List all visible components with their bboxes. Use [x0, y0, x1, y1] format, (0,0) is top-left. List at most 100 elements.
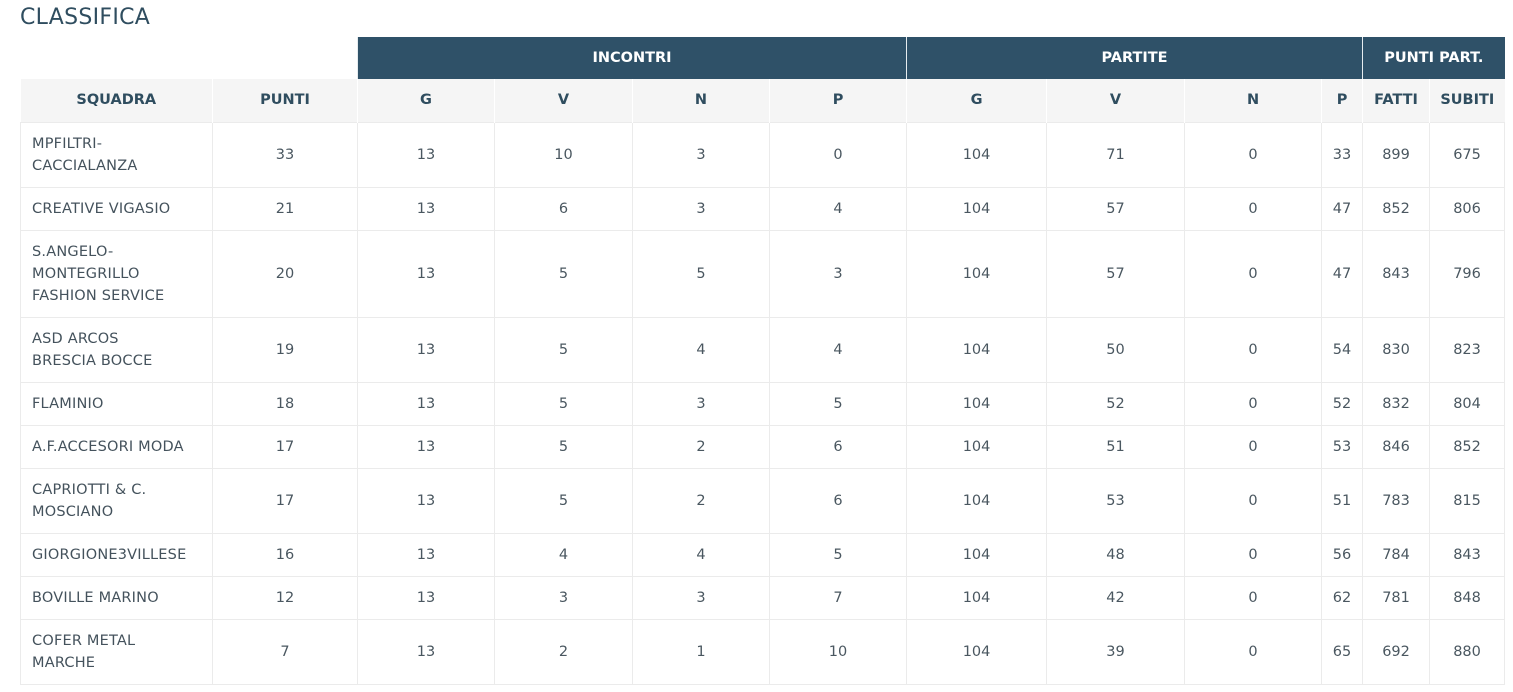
- cell-fatti: 832: [1362, 381, 1431, 426]
- group-header-partite: PARTITE: [906, 37, 1363, 79]
- cell-team: CAPRIOTTI & C. MOSCIANO: [20, 467, 213, 534]
- cell-punti: 12: [212, 575, 358, 620]
- cell-fatti: 830: [1362, 316, 1431, 383]
- cell-fatti: 783: [1362, 467, 1431, 534]
- cell-subiti: 848: [1429, 575, 1506, 620]
- cell-incontri-n: 4: [632, 532, 770, 577]
- team-name-line: BOVILLE MARINO: [32, 589, 159, 606]
- cell-partite-n: 0: [1184, 121, 1323, 188]
- cell-partite-v: 48: [1046, 532, 1186, 577]
- cell-partite-p: 47: [1321, 229, 1364, 318]
- team-name-line: GIORGIONE3VILLESE: [32, 546, 187, 563]
- standings-body: MPFILTRI- CACCIALANZA 33 13 10 3 0 104 71 0 33 899 6…: [20, 121, 1506, 685]
- cell-incontri-p: 5: [768, 532, 908, 577]
- cell-partite-n: 0: [1184, 186, 1323, 231]
- cell-fatti: 781: [1362, 575, 1431, 620]
- cell-team: MPFILTRI- CACCIALANZA: [20, 121, 213, 188]
- cell-partite-p: 52: [1321, 381, 1364, 426]
- cell-incontri-g: 13: [357, 381, 495, 426]
- cell-team: ASD ARCOS BRESCIA BOCCE: [20, 316, 213, 383]
- cell-incontri-v: 4: [494, 532, 633, 577]
- cell-punti: 16: [212, 532, 358, 577]
- team-name-line: MPFILTRI-: [32, 135, 103, 152]
- cell-fatti: 784: [1362, 532, 1431, 577]
- cell-punti: 18: [212, 381, 358, 426]
- cell-partite-p: 51: [1321, 467, 1364, 534]
- cell-partite-g: 104: [906, 229, 1048, 318]
- cell-partite-n: 0: [1184, 229, 1323, 318]
- cell-partite-g: 104: [906, 121, 1048, 188]
- cell-incontri-n: 3: [632, 575, 770, 620]
- cell-partite-g: 104: [906, 186, 1048, 231]
- team-name-line: BRESCIA BOCCE: [32, 352, 153, 369]
- cell-incontri-g: 13: [357, 316, 495, 383]
- cell-partite-g: 104: [906, 424, 1048, 469]
- team-name-line: FLAMINIO: [32, 395, 104, 412]
- cell-partite-n: 0: [1184, 618, 1323, 685]
- cell-partite-g: 104: [906, 575, 1048, 620]
- cell-team: CREATIVE VIGASIO: [20, 186, 213, 231]
- table-row: MPFILTRI- CACCIALANZA 33 13 10 3 0 104 71 0 33 899 6…: [20, 121, 1506, 188]
- table-row: CREATIVE VIGASIO 21 13 6 3 4 104 57 0 47 852 806: [20, 186, 1506, 231]
- cell-partite-p: 56: [1321, 532, 1364, 577]
- column-header-fatti: FATTI: [1362, 79, 1430, 122]
- cell-subiti: 843: [1429, 532, 1506, 577]
- cell-incontri-v: 5: [494, 467, 633, 534]
- cell-incontri-p: 0: [768, 121, 908, 188]
- cell-partite-p: 65: [1321, 618, 1364, 685]
- cell-incontri-v: 5: [494, 316, 633, 383]
- cell-partite-g: 104: [906, 316, 1048, 383]
- cell-punti: 33: [212, 121, 358, 188]
- cell-incontri-v: 3: [494, 575, 633, 620]
- cell-partite-v: 57: [1046, 186, 1186, 231]
- cell-punti: 21: [212, 186, 358, 231]
- cell-partite-g: 104: [906, 618, 1048, 685]
- table-row: COFER METAL MARCHE 7 13 2 1 10 104 39 0 65 692 880: [20, 618, 1506, 685]
- cell-punti: 17: [212, 467, 358, 534]
- cell-partite-n: 0: [1184, 575, 1323, 620]
- column-header-incontri-g: G: [357, 79, 495, 122]
- cell-team: BOVILLE MARINO: [20, 575, 213, 620]
- cell-partite-v: 53: [1046, 467, 1186, 534]
- table-row: GIORGIONE3VILLESE 16 13 4 4 5 104 48 0 56 784 843: [20, 532, 1506, 577]
- column-header-incontri-v: V: [494, 79, 633, 122]
- cell-punti: 7: [212, 618, 358, 685]
- cell-incontri-g: 13: [357, 229, 495, 318]
- column-header-partite-v: V: [1046, 79, 1185, 122]
- team-name-line: MARCHE: [32, 654, 96, 671]
- cell-subiti: 815: [1429, 467, 1506, 534]
- cell-incontri-n: 3: [632, 381, 770, 426]
- cell-incontri-p: 7: [768, 575, 908, 620]
- column-header-partite-g: G: [906, 79, 1047, 122]
- cell-subiti: 806: [1429, 186, 1506, 231]
- cell-fatti: 692: [1362, 618, 1431, 685]
- cell-incontri-p: 3: [768, 229, 908, 318]
- cell-punti: 20: [212, 229, 358, 318]
- cell-incontri-n: 2: [632, 424, 770, 469]
- cell-incontri-g: 13: [357, 532, 495, 577]
- cell-team: COFER METAL MARCHE: [20, 618, 213, 685]
- cell-partite-n: 0: [1184, 316, 1323, 383]
- team-name-line: A.F.ACCESORI MODA: [32, 438, 184, 455]
- cell-partite-p: 47: [1321, 186, 1364, 231]
- cell-incontri-g: 13: [357, 424, 495, 469]
- cell-incontri-v: 6: [494, 186, 633, 231]
- cell-incontri-p: 6: [768, 467, 908, 534]
- standings-table: INCONTRI PARTITE PUNTI PART. SQUADRA PUN…: [20, 37, 1506, 685]
- column-header-partite-p: P: [1321, 79, 1363, 122]
- cell-partite-v: 39: [1046, 618, 1186, 685]
- table-row: A.F.ACCESORI MODA 17 13 5 2 6 104 51 0 53 846 852: [20, 424, 1506, 469]
- team-name-line: FASHION SERVICE: [32, 287, 165, 304]
- cell-fatti: 846: [1362, 424, 1431, 469]
- cell-team: GIORGIONE3VILLESE: [20, 532, 213, 577]
- table-row: ASD ARCOS BRESCIA BOCCE 19 13 5 4 4 104 50 0 54 830…: [20, 316, 1506, 383]
- cell-partite-n: 0: [1184, 424, 1323, 469]
- group-header-punti-part: PUNTI PART.: [1362, 37, 1505, 79]
- page-title: CLASSIFICA: [20, 5, 151, 30]
- group-header-incontri: INCONTRI: [356, 37, 907, 79]
- column-header-punti: PUNTI: [212, 79, 358, 122]
- team-name-line: ASD ARCOS: [32, 330, 119, 347]
- cell-incontri-n: 4: [632, 316, 770, 383]
- column-header-squadra: SQUADRA: [20, 79, 213, 122]
- cell-incontri-p: 4: [768, 316, 908, 383]
